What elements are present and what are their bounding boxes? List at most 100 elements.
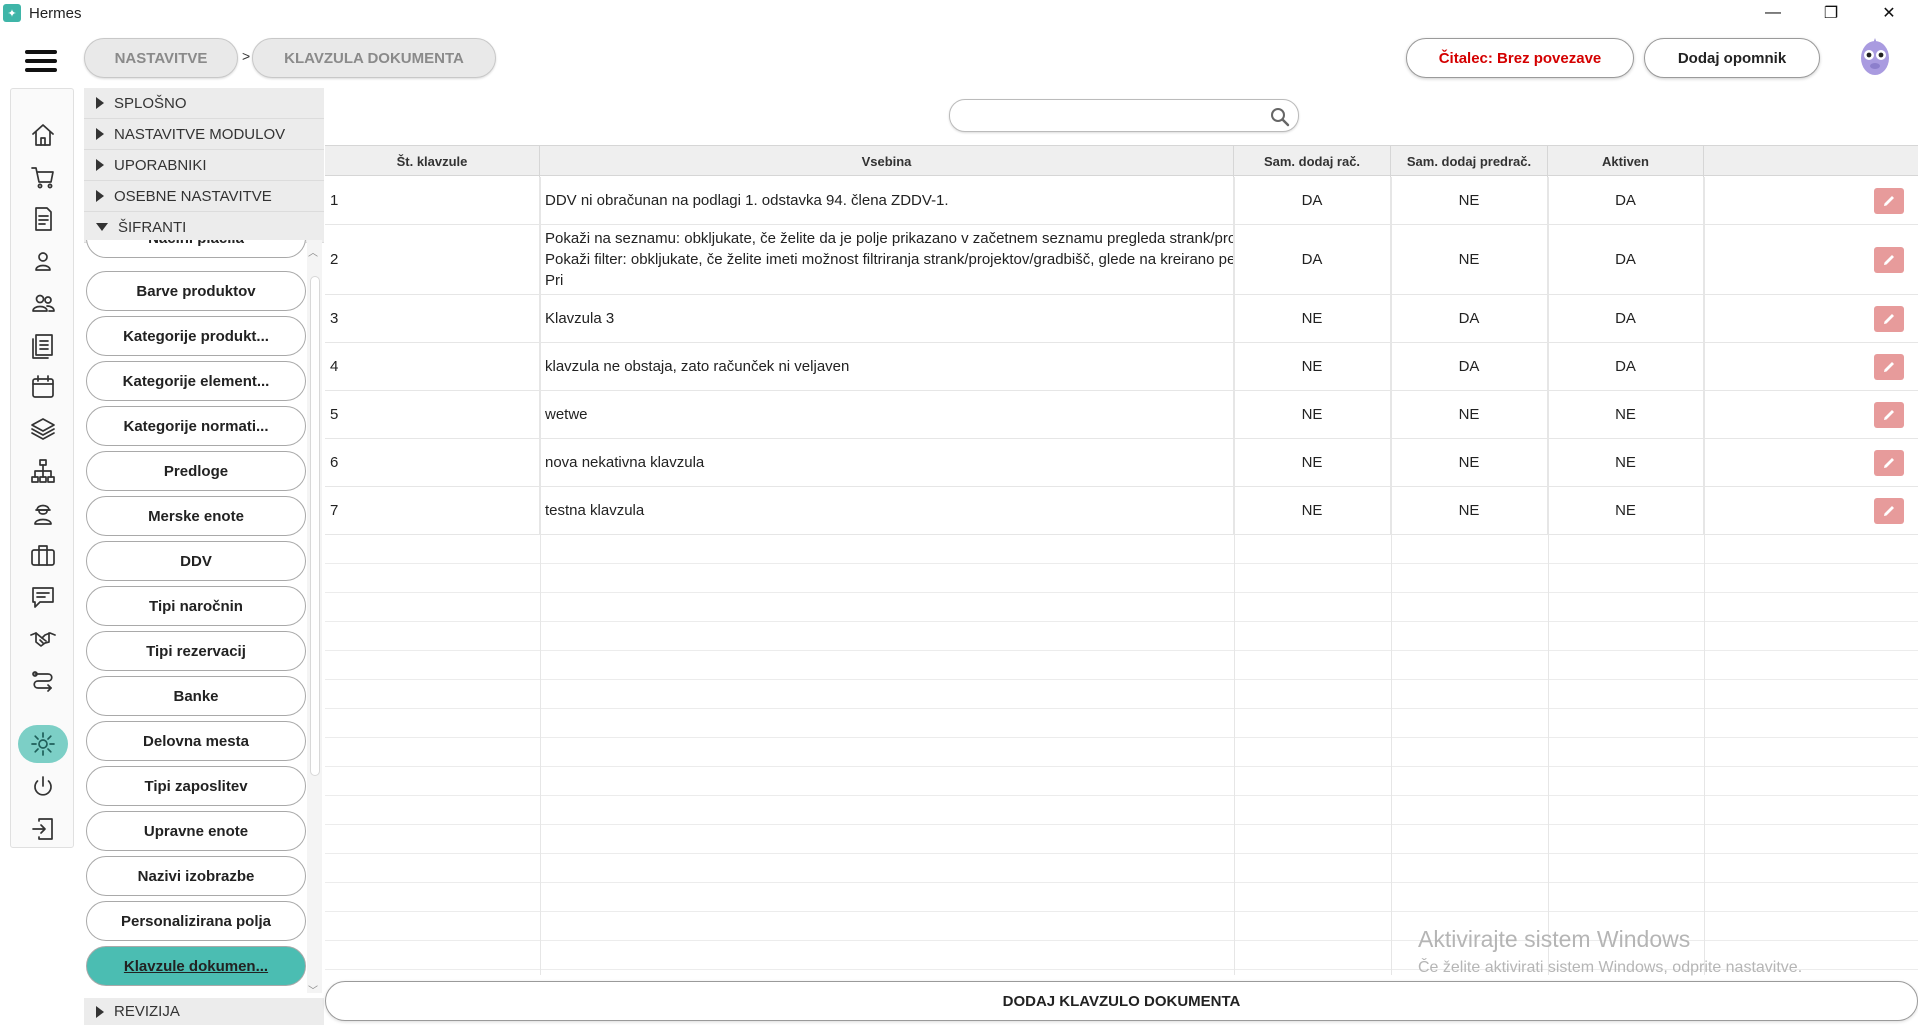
scroll-up-icon[interactable]: ︿ (308, 244, 318, 259)
layers-icon[interactable] (27, 413, 59, 445)
close-button[interactable]: ✕ (1860, 0, 1918, 26)
column-header-content[interactable]: Vsebina (540, 146, 1234, 177)
cart-icon[interactable] (27, 161, 59, 193)
home-icon[interactable] (27, 119, 59, 151)
menu-icon[interactable] (25, 50, 57, 72)
breadcrumb-document-clause[interactable]: KLAVZULA DOKUMENTA (252, 38, 496, 78)
auto-proforma-cell: NE (1391, 225, 1548, 294)
list-item-job-positions[interactable]: Delovna mesta (86, 721, 306, 761)
clause-content-line: testna klavzula (545, 502, 645, 519)
list-item-templates[interactable]: Predloge (86, 451, 306, 491)
users-icon[interactable] (27, 287, 59, 319)
top-header: NASTAVITVE > KLAVZULA DOKUMENTA Čitalec:… (0, 36, 1918, 80)
list-item-reservation-types[interactable]: Tipi rezervacij (86, 631, 306, 671)
edit-button[interactable] (1874, 497, 1904, 524)
empty-row (325, 651, 1918, 680)
active-cell: DA (1548, 177, 1704, 224)
section-module-settings[interactable]: NASTAVITVE MODULOV (84, 119, 324, 150)
edit-button[interactable] (1874, 305, 1904, 332)
edit-button[interactable] (1874, 246, 1904, 273)
search-icon[interactable] (1270, 107, 1290, 127)
handshake-icon[interactable] (27, 623, 59, 655)
list-item-subscription-types[interactable]: Tipi naročnin (86, 586, 306, 626)
pencil-icon (1884, 505, 1894, 516)
reader-status-label: Čitalec: Brez povezave (1438, 49, 1602, 67)
window-title: Hermes (29, 4, 82, 22)
routes-icon[interactable] (27, 665, 59, 697)
reader-status-button[interactable]: Čitalec: Brez povezave (1406, 38, 1634, 78)
table-row[interactable]: 7 testna klavzula NE NE NE (325, 487, 1918, 535)
column-header-number[interactable]: Št. klavzule (325, 146, 540, 177)
search-input[interactable] (949, 99, 1299, 132)
auto-invoice-cell: NE (1234, 343, 1391, 390)
briefcase-icon[interactable] (27, 539, 59, 571)
edit-button[interactable] (1874, 401, 1904, 428)
hierarchy-icon[interactable] (27, 455, 59, 487)
add-clause-button[interactable]: DODAJ KLAVZULO DOKUMENTA (325, 981, 1918, 1021)
clauses-table: Št. klavzule Vsebina Sam. dodaj rač. Sam… (325, 145, 1918, 975)
auto-invoice-cell: DA (1234, 225, 1391, 294)
edit-button[interactable] (1874, 353, 1904, 380)
auto-proforma-cell: NE (1391, 177, 1548, 224)
list-item-product-colors[interactable]: Barve produktov (86, 271, 306, 311)
section-personal-settings[interactable]: OSEBNE NASTAVITVE (84, 181, 324, 212)
table-row[interactable]: 3 Klavzula 3 NE DA DA (325, 295, 1918, 343)
list-item-norm-categories[interactable]: Kategorije normati... (86, 406, 306, 446)
list-item-banks[interactable]: Banke (86, 676, 306, 716)
breadcrumb-settings[interactable]: NASTAVITVE (84, 38, 238, 78)
list-scroll-thumb[interactable] (310, 276, 320, 776)
column-header-active[interactable]: Aktiven (1548, 146, 1704, 177)
list-item-units[interactable]: Merske enote (86, 496, 306, 536)
restore-button[interactable]: ❐ (1802, 0, 1860, 26)
user-icon[interactable] (27, 245, 59, 277)
list-item-admin-units[interactable]: Upravne enote (86, 811, 306, 851)
clause-content-line: nova nekativna klavzula (545, 454, 705, 471)
document-icon[interactable] (27, 203, 59, 235)
chat-icon[interactable] (27, 581, 59, 613)
list-item-element-categories[interactable]: Kategorije element... (86, 361, 306, 401)
table-row[interactable]: 6 nova nekativna klavzula NE NE NE (325, 439, 1918, 487)
list-item-education-titles[interactable]: Nazivi izobrazbe (86, 856, 306, 896)
edit-button[interactable] (1874, 449, 1904, 476)
list-icon[interactable] (27, 329, 59, 361)
section-codebooks[interactable]: ŠIFRANTI (84, 212, 324, 243)
list-item-payment-methods[interactable]: Načini plačila (86, 240, 306, 258)
list-item-employment-types[interactable]: Tipi zaposlitev (86, 766, 306, 806)
table-row[interactable]: 5 wetwe NE NE NE (325, 391, 1918, 439)
table-row[interactable]: 1 DDV ni obračunan na podlagi 1. odstavka… (325, 177, 1918, 225)
list-item-product-categories[interactable]: Kategorije produkt... (86, 316, 306, 356)
column-header-auto-invoice[interactable]: Sam. dodaj rač. (1234, 146, 1391, 177)
auto-proforma-cell: DA (1391, 295, 1548, 342)
clause-content-line: DDV ni obračunan na podlagi 1. odstavka … (545, 192, 949, 209)
actions-cell (1704, 225, 1918, 294)
list-item-document-clauses[interactable]: Klavzule dokumen... (86, 946, 306, 986)
clause-content-line: klavzula ne obstaja, zato računček ni ve… (545, 358, 850, 375)
section-label: OSEBNE NASTAVITVE (114, 187, 272, 205)
section-users[interactable]: UPORABNIKI (84, 150, 324, 181)
edit-button[interactable] (1874, 187, 1904, 214)
power-icon[interactable] (27, 771, 59, 803)
list-item-vat[interactable]: DDV (86, 541, 306, 581)
pencil-icon (1884, 254, 1894, 265)
table-row[interactable]: 2 Pokaži na seznamu: obkljukate, če želit… (325, 225, 1918, 295)
pencil-icon (1884, 195, 1894, 206)
section-general[interactable]: SPLOŠNO (84, 88, 324, 119)
minimize-button[interactable]: — (1744, 0, 1802, 26)
column-header-auto-proforma[interactable]: Sam. dodaj predrač. (1391, 146, 1548, 177)
scroll-down-icon[interactable]: ﹀ (308, 982, 318, 997)
clause-content-cell: Klavzula 3 (540, 295, 1234, 342)
table-row[interactable]: 4 klavzula ne obstaja, zato računček ni v… (325, 343, 1918, 391)
calendar-icon[interactable] (27, 371, 59, 403)
logout-icon[interactable] (27, 813, 59, 845)
worker-icon[interactable] (27, 497, 59, 529)
settings-icon[interactable] (18, 725, 68, 763)
active-cell: DA (1548, 295, 1704, 342)
clause-number-cell: 2 (325, 225, 540, 294)
section-revision[interactable]: REVIZIJA (84, 998, 324, 1025)
avatar[interactable] (1857, 36, 1893, 78)
add-reminder-button[interactable]: Dodaj opomnik (1644, 38, 1820, 78)
list-item-custom-fields[interactable]: Personalizirana polja (86, 901, 306, 941)
empty-row (325, 767, 1918, 796)
actions-cell (1704, 177, 1918, 224)
pencil-icon (1884, 457, 1894, 468)
